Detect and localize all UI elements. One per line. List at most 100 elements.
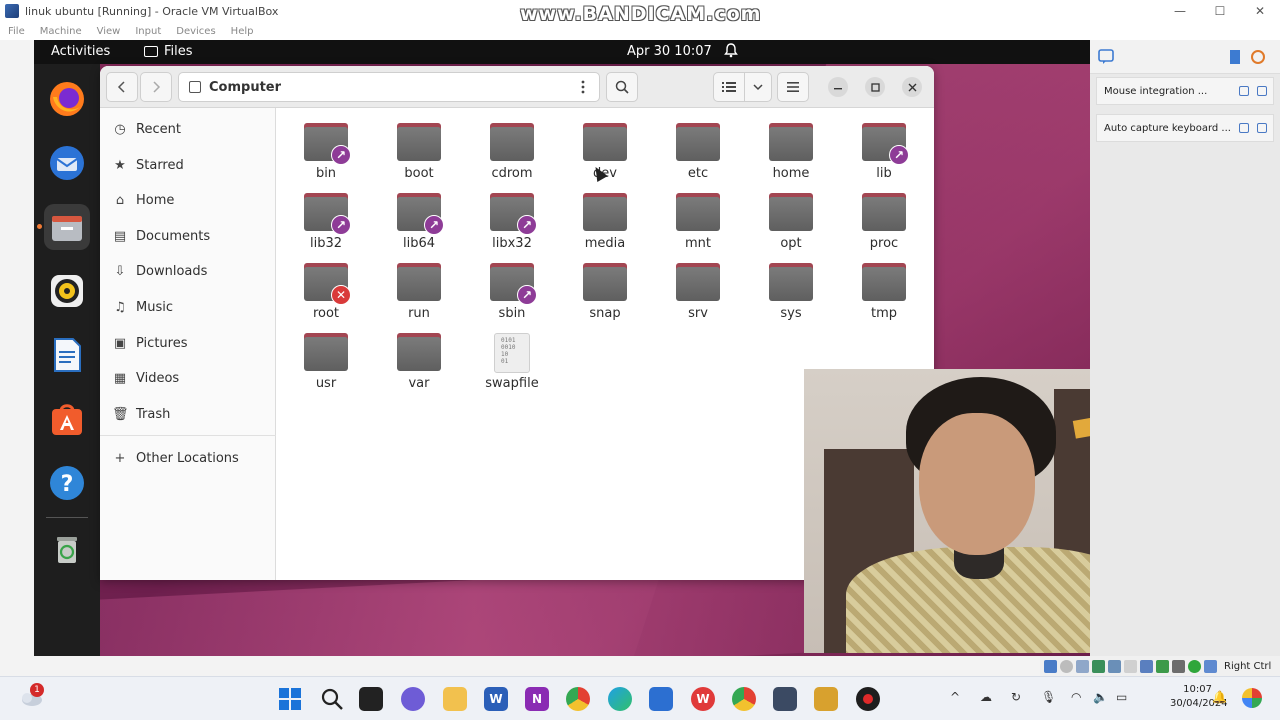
folder-item[interactable]: usr [287, 325, 365, 391]
menu-help[interactable]: Help [231, 26, 254, 37]
onenote-icon[interactable]: N [525, 687, 549, 711]
wps-icon[interactable]: W [691, 687, 715, 711]
mute-icon[interactable] [1239, 86, 1249, 96]
sidebar-item-documents[interactable]: ▤ Documents [100, 221, 276, 251]
virtualbox-icon[interactable] [773, 687, 797, 711]
folder-item[interactable]: run [380, 255, 458, 321]
minimize-button[interactable]: — [1160, 4, 1200, 18]
writer-icon[interactable] [44, 332, 90, 378]
settings-icon[interactable] [1250, 49, 1266, 65]
search-button[interactable] [606, 72, 638, 102]
menu-view[interactable]: View [97, 26, 121, 37]
chrome-icon[interactable] [566, 687, 590, 711]
menu-devices[interactable]: Devices [176, 26, 215, 37]
folder-item[interactable]: sys [752, 255, 830, 321]
teams-chat-icon[interactable] [401, 687, 425, 711]
close-button[interactable] [902, 77, 922, 97]
cpu-icon[interactable] [1172, 659, 1185, 673]
usb-icon[interactable] [1108, 659, 1121, 673]
help-icon[interactable]: ? [44, 460, 90, 506]
sublime-icon[interactable] [814, 687, 838, 711]
location-bar[interactable]: Computer [178, 72, 600, 102]
folder-item[interactable]: opt [752, 185, 830, 251]
maximize-button[interactable] [865, 77, 885, 97]
sidebar-item-recent[interactable]: ◷ Recent [100, 114, 276, 144]
folder-item[interactable]: ↗ libx32 [473, 185, 551, 251]
clock[interactable]: Apr 30 10:07 [627, 44, 712, 59]
audio-icon[interactable] [1076, 659, 1089, 673]
battery-icon[interactable]: ▭ [1116, 690, 1127, 704]
folder-item[interactable]: ↗ lib [845, 115, 923, 181]
file-explorer-icon[interactable] [443, 687, 467, 711]
file-item[interactable]: 0101 0010 10 01 swapfile [473, 325, 551, 391]
firefox-icon[interactable] [44, 76, 90, 122]
disk-icon[interactable] [1044, 659, 1057, 673]
back-button[interactable] [106, 72, 138, 102]
sidebar-item-other-locations[interactable]: + Other Locations [100, 443, 276, 473]
folder-item[interactable]: home [752, 115, 830, 181]
folder-item[interactable]: proc [845, 185, 923, 251]
folder-item[interactable]: tmp [845, 255, 923, 321]
folder-item[interactable]: media [566, 185, 644, 251]
app-menu[interactable]: Files [144, 44, 193, 59]
sidebar-item-pictures[interactable]: ▣ Pictures [100, 328, 276, 358]
activities-button[interactable]: Activities [51, 44, 110, 59]
shared-folder-icon[interactable] [1124, 659, 1137, 673]
network-icon[interactable] [1092, 659, 1105, 673]
view-list-button[interactable] [713, 72, 745, 102]
chevron-up-icon[interactable]: ^ [950, 690, 960, 704]
optical-drive-icon[interactable] [1060, 659, 1073, 673]
mute-icon[interactable] [1239, 123, 1249, 133]
dismiss-icon[interactable] [1257, 86, 1267, 96]
sync-icon[interactable]: ↻ [1011, 690, 1021, 704]
mouse-integration-icon[interactable] [1204, 659, 1217, 673]
minimize-button[interactable] [828, 77, 848, 97]
sidebar-item-downloads[interactable]: ⇩ Downloads [100, 256, 276, 286]
dismiss-icon[interactable] [1257, 123, 1267, 133]
location-menu-button[interactable] [567, 72, 599, 102]
folder-item[interactable]: var [380, 325, 458, 391]
menu-file[interactable]: File [8, 26, 25, 37]
forward-button[interactable] [140, 72, 172, 102]
view-options-button[interactable] [744, 72, 772, 102]
taskbar-clock[interactable]: 10:07 30/04/2024 [1170, 683, 1228, 711]
folder-item[interactable]: ↗ bin [287, 115, 365, 181]
folder-item[interactable]: ↗ lib64 [380, 185, 458, 251]
word-icon[interactable]: W [484, 687, 508, 711]
folder-item[interactable]: boot [380, 115, 458, 181]
search-icon[interactable] [320, 687, 344, 711]
status-icon[interactable] [1188, 659, 1201, 673]
trash-icon[interactable] [44, 526, 90, 572]
folder-item[interactable]: etc [659, 115, 737, 181]
volume-icon[interactable]: 🔈 [1093, 690, 1108, 704]
menu-input[interactable]: Input [135, 26, 161, 37]
rhythmbox-icon[interactable] [44, 268, 90, 314]
thunderbird-icon[interactable] [44, 140, 90, 186]
folder-item[interactable]: snap [566, 255, 644, 321]
bell-icon[interactable]: 🔔 [1212, 690, 1227, 704]
recording-icon[interactable] [1156, 659, 1169, 673]
folder-item[interactable]: mnt [659, 185, 737, 251]
microphone-icon[interactable]: 🎙 [1041, 690, 1056, 704]
close-button[interactable]: ✕ [1240, 4, 1280, 18]
software-icon[interactable] [44, 396, 90, 442]
notification-item[interactable]: Auto capture keyboard ... [1096, 114, 1274, 142]
display-icon[interactable] [1140, 659, 1153, 673]
folder-item[interactable]: ↗ sbin [473, 255, 551, 321]
notification-item[interactable]: Mouse integration ... [1096, 77, 1274, 105]
folder-item[interactable]: cdrom [473, 115, 551, 181]
menu-machine[interactable]: Machine [40, 26, 82, 37]
folder-item[interactable]: srv [659, 255, 737, 321]
folder-item[interactable]: ✕ root [287, 255, 365, 321]
copilot-icon[interactable] [1242, 688, 1262, 708]
files-icon[interactable] [44, 204, 90, 250]
edge-icon[interactable] [608, 687, 632, 711]
task-view-icon[interactable] [359, 687, 383, 711]
sidebar-item-starred[interactable]: ★ Starred [100, 150, 276, 180]
sidebar-item-home[interactable]: ⌂ Home [100, 185, 276, 215]
main-menu-button[interactable] [777, 72, 809, 102]
bandicam-record-icon[interactable] [856, 687, 880, 711]
pin-icon[interactable] [1228, 49, 1242, 65]
sidebar-item-music[interactable]: ♫ Music [100, 292, 276, 322]
maximize-button[interactable]: ☐ [1200, 4, 1240, 18]
